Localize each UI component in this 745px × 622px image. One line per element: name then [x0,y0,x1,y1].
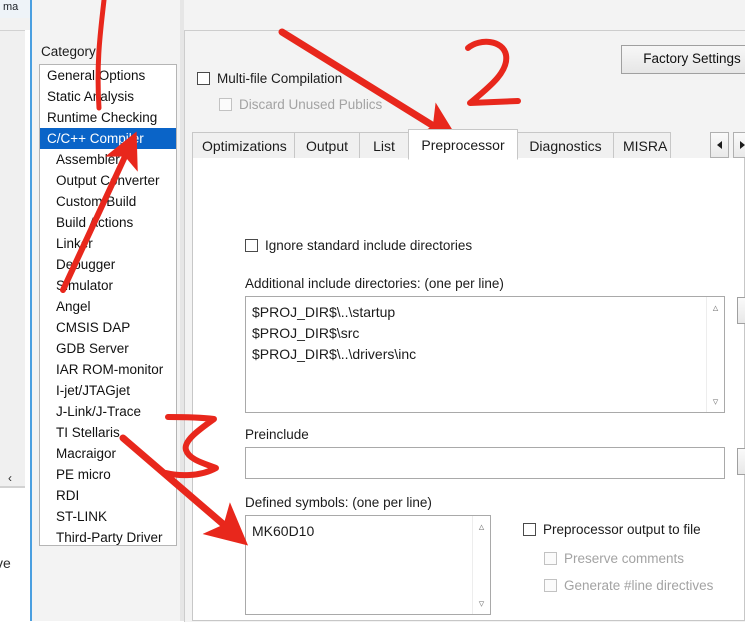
tab-misra[interactable]: MISRA [613,132,671,159]
category-listbox[interactable]: General Options Static Analysis Runtime Ch… [39,64,177,546]
defined-symbols-textarea[interactable]: MK60D10 ▵ ▿ [245,515,491,615]
background-window-titlebar: ma [0,0,32,19]
multi-file-compilation-label: Multi-file Compilation [217,71,343,86]
generate-line-directives-label: Generate #line directives [564,578,714,593]
category-item-pe-micro[interactable]: PE micro [40,464,176,485]
additional-includes-label: Additional include directories: (one per… [245,276,504,291]
category-item-angel[interactable]: Angel [40,296,176,317]
category-item-assembler[interactable]: Assembler [40,149,176,170]
category-item-iar-rom-monitor[interactable]: IAR ROM-monitor [40,359,176,380]
preinclude-label: Preinclude [245,427,309,442]
chevron-down-icon[interactable]: ▿ [473,595,490,612]
preprocessor-output-to-file-row[interactable]: Preprocessor output to file [523,522,701,537]
preserve-comments-label: Preserve comments [564,551,685,566]
defined-symbols-label: Defined symbols: (one per line) [245,495,432,510]
tab-preprocessor[interactable]: Preprocessor [408,129,518,160]
preprocessor-tab-page: Ignore standard include directories Addi… [192,158,745,621]
category-item-output-converter[interactable]: Output Converter [40,170,176,191]
pane-divider [180,0,184,621]
ignore-standard-includes-checkbox[interactable] [245,239,258,252]
multi-file-compilation-row[interactable]: Multi-file Compilation [197,71,342,86]
additional-includes-textarea[interactable]: $PROJ_DIR$\..\startup $PROJ_DIR$\src $PR… [245,296,725,413]
tab-diagnostics[interactable]: Diagnostics [517,132,614,159]
factory-settings-button[interactable]: Factory Settings [621,45,745,74]
generate-line-directives-checkbox [544,579,557,592]
category-item-c-c-compiler[interactable]: C/C++ Compiler [40,128,176,149]
chevron-up-icon[interactable]: ▵ [473,518,490,535]
category-item-simulator[interactable]: Simulator [40,275,176,296]
defined-symbols-value: MK60D10 [252,523,315,539]
background-workspace-panel[interactable] [0,30,26,487]
panel-collapse-icon[interactable]: ‹ [3,470,17,486]
ignore-standard-includes-row[interactable]: Ignore standard include directories [245,238,472,253]
background-editor-text: ve [0,555,11,571]
generate-line-directives-row: Generate #line directives [544,578,713,593]
category-item-i-jet-jtagjet[interactable]: I-jet/JTAGjet [40,380,176,401]
category-item-general-options[interactable]: General Options [40,65,176,86]
chevron-down-icon[interactable]: ▿ [707,393,724,410]
additional-includes-browse-button[interactable]: ... [737,297,745,324]
category-item-st-link[interactable]: ST-LINK [40,506,176,527]
tab-output[interactable]: Output [294,132,360,159]
category-item-gdb-server[interactable]: GDB Server [40,338,176,359]
discard-unused-publics-row: Discard Unused Publics [219,97,382,112]
category-item-custom-build[interactable]: Custom Build [40,191,176,212]
category-item-runtime-checking[interactable]: Runtime Checking [40,107,176,128]
category-item-build-actions[interactable]: Build Actions [40,212,176,233]
category-item-static-analysis[interactable]: Static Analysis [40,86,176,107]
discard-unused-publics-checkbox [219,98,232,111]
preinclude-input[interactable] [245,447,725,479]
category-item-debugger[interactable]: Debugger [40,254,176,275]
ignore-standard-includes-label: Ignore standard include directories [265,238,473,253]
preprocessor-output-to-file-checkbox[interactable] [523,523,536,536]
settings-tabstrip[interactable]: MISRA Diagnostics Preprocessor List Output Op… [192,129,745,160]
category-item-macraigor[interactable]: Macraigor [40,443,176,464]
defined-symbols-scrollbar[interactable]: ▵ ▿ [472,516,490,614]
category-item-third-party-driver[interactable]: Third-Party Driver [40,527,176,545]
category-item-cmsis-dap[interactable]: CMSIS DAP [40,317,176,338]
category-item-j-link-j-trace[interactable]: J-Link/J-Trace [40,401,176,422]
category-item-linker[interactable]: Linker [40,233,176,254]
category-item-ti-stellaris[interactable]: TI Stellaris [40,422,176,443]
tab-list[interactable]: List [359,132,409,159]
additional-includes-value: $PROJ_DIR$\..\startup $PROJ_DIR$\src $PR… [252,304,417,362]
background-window-title: ma [3,1,19,13]
triangle-left-icon [717,141,722,149]
background-ide-window: ma ‹ ve [0,0,32,622]
category-label: Category: [41,44,100,59]
discard-unused-publics-label: Discard Unused Publics [239,97,383,112]
preserve-comments-checkbox [544,552,557,565]
preprocessor-output-to-file-label: Preprocessor output to file [543,522,701,537]
multi-file-compilation-checkbox[interactable] [197,72,210,85]
tab-optimizations[interactable]: Optimizations [192,132,295,159]
additional-includes-scrollbar[interactable]: ▵ ▿ [706,297,724,412]
tab-scroll-left-button[interactable] [710,132,729,158]
preserve-comments-row: Preserve comments [544,551,684,566]
screen-root: ma ‹ ve Category: General OptionsStatic … [0,0,745,622]
category-item-rdi[interactable]: RDI [40,485,176,506]
options-dialog: Category: General Options Static Analysis… [32,0,745,622]
chevron-up-icon[interactable]: ▵ [707,299,724,316]
preinclude-browse-button[interactable]: ... [737,448,745,475]
tab-scroll-right-button[interactable] [733,132,745,158]
triangle-right-icon [740,141,745,149]
